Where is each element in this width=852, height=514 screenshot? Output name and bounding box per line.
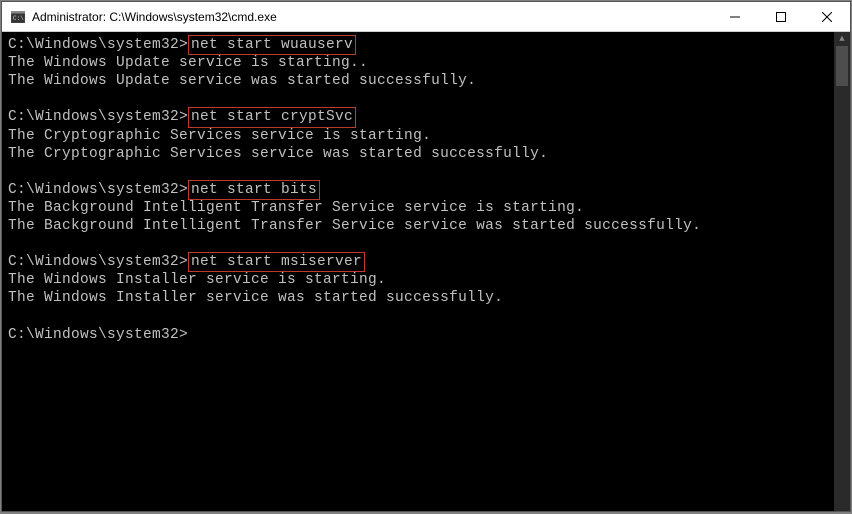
scroll-thumb[interactable] <box>836 46 848 86</box>
prompt: C:\Windows\system32> <box>8 182 188 198</box>
highlighted-command: net start cryptSvc <box>188 107 356 127</box>
command-line: C:\Windows\system32>net start bits <box>8 181 828 199</box>
terminal-area: C:\Windows\system32>net start wuauservTh… <box>2 32 850 511</box>
prompt: C:\Windows\system32> <box>8 254 188 270</box>
scrollbar[interactable]: ▲ <box>834 32 850 511</box>
output-line: The Background Intelligent Transfer Serv… <box>8 217 828 235</box>
titlebar[interactable]: C:\ Administrator: C:\Windows\system32\c… <box>2 2 850 32</box>
prompt: C:\Windows\system32> <box>8 37 188 53</box>
highlighted-command: net start wuauserv <box>188 35 356 55</box>
highlighted-command: net start bits <box>188 180 320 200</box>
output-line: The Background Intelligent Transfer Serv… <box>8 199 828 217</box>
minimize-button[interactable] <box>712 2 758 32</box>
scroll-up-icon[interactable]: ▲ <box>834 32 850 46</box>
output-line: The Windows Installer service is startin… <box>8 271 828 289</box>
command-block: C:\Windows\system32>net start msiserverT… <box>8 253 828 307</box>
highlighted-command: net start msiserver <box>188 252 365 272</box>
command-block: C:\Windows\system32>net start wuauservTh… <box>8 36 828 90</box>
output-line: The Windows Update service was started s… <box>8 72 828 90</box>
command-line: C:\Windows\system32>net start cryptSvc <box>8 108 828 126</box>
command-block: C:\Windows\system32>net start cryptSvcTh… <box>8 108 828 162</box>
terminal-output[interactable]: C:\Windows\system32>net start wuauservTh… <box>2 32 834 511</box>
output-line: The Windows Update service is starting.. <box>8 54 828 72</box>
maximize-button[interactable] <box>758 2 804 32</box>
cmd-icon: C:\ <box>10 9 26 25</box>
window-controls <box>712 2 850 31</box>
command-block: C:\Windows\system32>net start bitsThe Ba… <box>8 181 828 235</box>
output-line: The Cryptographic Services service is st… <box>8 127 828 145</box>
command-line: C:\Windows\system32>net start wuauserv <box>8 36 828 54</box>
prompt: C:\Windows\system32> <box>8 326 828 344</box>
prompt: C:\Windows\system32> <box>8 109 188 125</box>
output-line: The Windows Installer service was starte… <box>8 289 828 307</box>
cmd-window: C:\ Administrator: C:\Windows\system32\c… <box>1 1 851 512</box>
output-line: The Cryptographic Services service was s… <box>8 145 828 163</box>
close-button[interactable] <box>804 2 850 32</box>
svg-text:C:\: C:\ <box>13 15 24 22</box>
window-title: Administrator: C:\Windows\system32\cmd.e… <box>32 10 712 24</box>
command-line: C:\Windows\system32>net start msiserver <box>8 253 828 271</box>
